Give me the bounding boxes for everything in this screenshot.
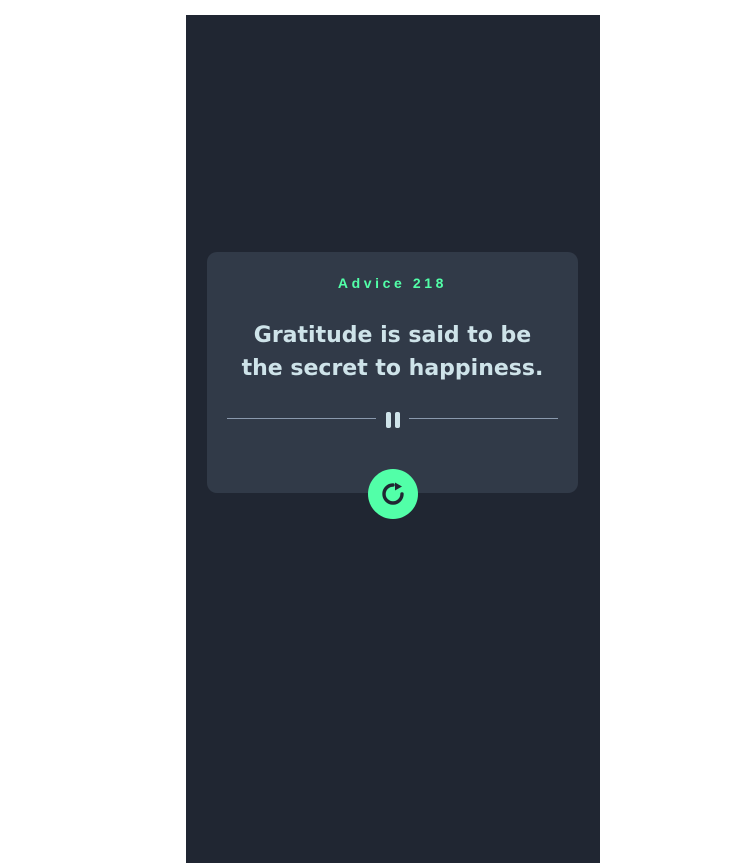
pause-bar-right: [395, 412, 400, 428]
advice-card: Advice 218 Gratitude is said to be the s…: [207, 252, 578, 493]
refresh-icon: [382, 482, 404, 505]
advice-id-label: Advice 218: [337, 275, 448, 291]
pause-bar-left: [386, 412, 391, 428]
divider-line-right: [409, 418, 558, 419]
app-viewport: Advice 218 Gratitude is said to be the s…: [186, 15, 600, 863]
divider-line-left: [227, 418, 376, 419]
pause-icon: [386, 412, 400, 428]
pattern-divider: [227, 412, 558, 428]
new-advice-button[interactable]: [368, 469, 418, 519]
advice-quote: Gratitude is said to be the secret to ha…: [241, 323, 544, 381]
